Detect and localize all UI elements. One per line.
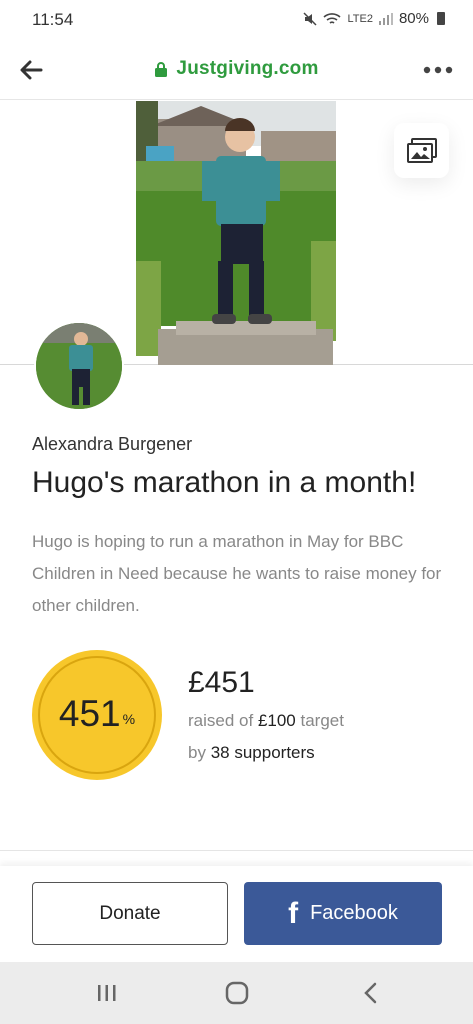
- home-icon: [225, 981, 249, 1005]
- more-options-button[interactable]: [421, 56, 455, 84]
- status-time: 11:54: [32, 10, 74, 29]
- page-title: Hugo's marathon in a month!: [32, 466, 417, 499]
- supporters-prefix: by: [188, 743, 206, 762]
- supporters-line: by 38 supporters: [188, 743, 315, 763]
- action-footer: Donate f Facebook: [0, 866, 473, 962]
- back-chevron-icon: [364, 982, 377, 1004]
- progress-percent: 451%: [32, 693, 162, 735]
- network-label: LTE2: [347, 12, 373, 25]
- progress-percent-sign: %: [122, 711, 136, 727]
- hero-photo[interactable]: [136, 101, 336, 365]
- gallery-icon: [406, 137, 437, 163]
- battery-percent: 80%: [398, 10, 429, 27]
- browser-toolbar: Justgiving.com: [0, 40, 473, 100]
- page-description: Hugo is hoping to run a marathon in May …: [32, 532, 442, 615]
- organiser-name: Alexandra Burgener: [32, 434, 193, 454]
- recent-apps-icon: [98, 985, 116, 1001]
- url-display[interactable]: Justgiving.com: [0, 58, 473, 80]
- divider: [0, 850, 473, 851]
- supporters-count: 38 supporters: [210, 743, 315, 762]
- signal-icon: [378, 12, 393, 25]
- raised-target-line: raised of £100 target: [188, 711, 344, 731]
- raised-of-prefix: raised of: [188, 711, 254, 730]
- target-amount: £100: [257, 711, 296, 730]
- facebook-share-button[interactable]: f Facebook: [244, 882, 442, 945]
- system-nav-bar: [0, 962, 473, 1024]
- recent-apps-button[interactable]: [92, 980, 122, 1006]
- organiser-avatar: [34, 321, 124, 411]
- gallery-button[interactable]: [394, 123, 449, 178]
- system-back-button[interactable]: [356, 980, 386, 1006]
- raised-amount: £451: [188, 666, 255, 699]
- progress-circle: 451%: [32, 650, 162, 780]
- donate-button[interactable]: Donate: [32, 882, 228, 945]
- battery-icon: [437, 12, 445, 25]
- facebook-icon: f: [288, 896, 299, 930]
- more-dots-icon: [423, 66, 453, 74]
- url-text: Justgiving.com: [176, 58, 319, 79]
- mute-icon: [303, 11, 318, 26]
- status-bar: 11:54 LTE2 80%: [0, 0, 473, 40]
- lock-icon: [155, 62, 168, 77]
- progress-percent-value: 451: [58, 693, 121, 734]
- wifi-icon: [323, 12, 342, 24]
- target-suffix: target: [300, 711, 344, 730]
- facebook-label: Facebook: [310, 902, 398, 924]
- home-button[interactable]: [222, 980, 252, 1006]
- status-icons: LTE2 80%: [303, 10, 445, 27]
